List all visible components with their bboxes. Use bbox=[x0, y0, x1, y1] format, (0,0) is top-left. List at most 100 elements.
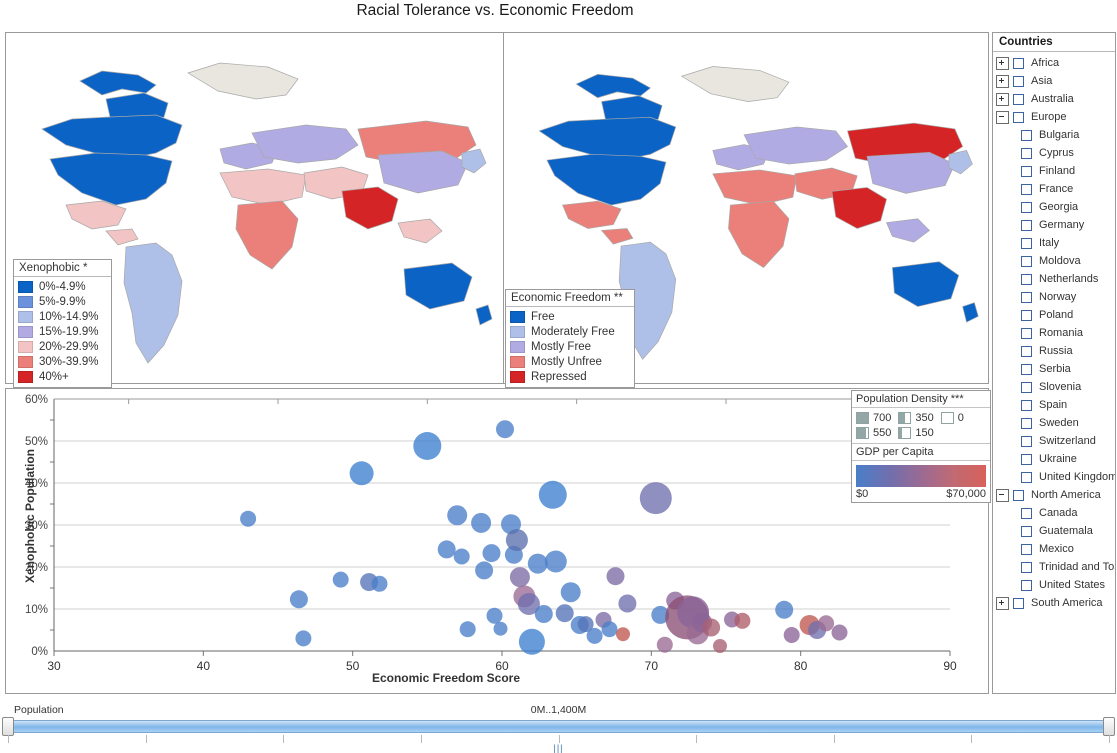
map-country-shape[interactable] bbox=[341, 186, 399, 230]
country-checkbox[interactable] bbox=[1021, 417, 1032, 429]
country-tree-item[interactable]: Netherlands bbox=[993, 270, 1115, 288]
scatter-point[interactable] bbox=[240, 510, 257, 527]
scatter-point[interactable] bbox=[437, 540, 456, 559]
scatter-point[interactable] bbox=[447, 505, 468, 526]
map-country-shape[interactable] bbox=[600, 228, 634, 245]
country-tree-item[interactable]: Switzerland bbox=[993, 432, 1115, 450]
map-country-shape[interactable] bbox=[403, 262, 473, 310]
scatter-point[interactable] bbox=[527, 553, 548, 574]
scatter-point[interactable] bbox=[606, 567, 625, 586]
scatter-point[interactable] bbox=[475, 561, 494, 580]
scatter-point[interactable] bbox=[616, 627, 630, 642]
scatter-point[interactable] bbox=[518, 628, 545, 655]
country-tree-item[interactable]: Cyprus bbox=[993, 144, 1115, 162]
legend-xenophobic-item[interactable]: 30%-39.9% bbox=[18, 354, 107, 369]
collapse-minus-icon[interactable] bbox=[996, 488, 1009, 502]
country-checkbox[interactable] bbox=[1021, 561, 1032, 573]
country-checkbox[interactable] bbox=[1013, 597, 1024, 609]
country-checkbox[interactable] bbox=[1021, 435, 1032, 447]
map-country-shape[interactable] bbox=[65, 200, 127, 230]
country-tree-item[interactable]: Africa bbox=[993, 54, 1115, 72]
scatter-point[interactable] bbox=[639, 482, 672, 515]
country-tree-item[interactable]: Australia bbox=[993, 90, 1115, 108]
country-tree-item[interactable]: Finland bbox=[993, 162, 1115, 180]
map-country-shape[interactable] bbox=[575, 73, 651, 99]
country-tree-item[interactable]: Europe bbox=[993, 108, 1115, 126]
countries-panel[interactable]: Countries Africa Asia Australia Europe Bulga… bbox=[992, 32, 1116, 694]
legend-xenophobic-item[interactable]: 20%-29.9% bbox=[18, 339, 107, 354]
legend-economic-freedom-item[interactable]: Mostly Unfree bbox=[510, 354, 630, 369]
map-country-shape[interactable] bbox=[831, 187, 887, 229]
country-checkbox[interactable] bbox=[1021, 273, 1032, 285]
country-tree-item[interactable]: Germany bbox=[993, 216, 1115, 234]
map-country-shape[interactable] bbox=[680, 66, 790, 102]
population-slider-thumb-right[interactable] bbox=[1103, 717, 1115, 736]
country-tree-item[interactable]: Norway bbox=[993, 288, 1115, 306]
scatter-plot-panel[interactable]: 0% 10% 20% 30% 40% 50% 60% 30 40 50 60 70 80 90 Xenop… bbox=[5, 388, 989, 694]
country-checkbox[interactable] bbox=[1021, 525, 1032, 537]
scatter-point[interactable] bbox=[544, 550, 567, 573]
country-checkbox[interactable] bbox=[1021, 345, 1032, 357]
expand-plus-icon[interactable] bbox=[996, 596, 1009, 610]
country-tree-item[interactable]: Mexico bbox=[993, 540, 1115, 558]
legend-economic-freedom-item[interactable]: Free bbox=[510, 309, 630, 324]
country-tree-item[interactable]: Spain bbox=[993, 396, 1115, 414]
scatter-point[interactable] bbox=[775, 600, 794, 619]
scatter-point[interactable] bbox=[555, 604, 574, 623]
legend-economic-freedom-item[interactable]: Moderately Free bbox=[510, 324, 630, 339]
country-tree-item[interactable]: United Kingdom bbox=[993, 468, 1115, 486]
legend-economic-freedom[interactable]: Economic Freedom ** Free Moderately Free M… bbox=[505, 289, 635, 388]
country-tree-item[interactable]: Poland bbox=[993, 306, 1115, 324]
country-checkbox[interactable] bbox=[1021, 579, 1032, 591]
expand-plus-icon[interactable] bbox=[996, 56, 1009, 70]
country-checkbox[interactable] bbox=[1021, 129, 1032, 141]
country-tree-item[interactable]: South America bbox=[993, 594, 1115, 612]
scatter-point[interactable] bbox=[486, 607, 503, 624]
map-country-shape[interactable] bbox=[892, 261, 960, 307]
scatter-point[interactable] bbox=[371, 575, 388, 592]
map-country-shape[interactable] bbox=[866, 152, 956, 194]
country-checkbox[interactable] bbox=[1021, 291, 1032, 303]
map-country-shape[interactable] bbox=[377, 150, 469, 194]
legend-xenophobic-item[interactable]: 15%-19.9% bbox=[18, 324, 107, 339]
country-checkbox[interactable] bbox=[1021, 165, 1032, 177]
map-country-shape[interactable] bbox=[538, 116, 677, 161]
map-country-shape[interactable] bbox=[461, 148, 487, 174]
country-checkbox[interactable] bbox=[1013, 93, 1024, 105]
country-checkbox[interactable] bbox=[1021, 309, 1032, 321]
scatter-point[interactable] bbox=[601, 621, 618, 638]
map-country-shape[interactable] bbox=[948, 150, 973, 175]
map-country-shape[interactable] bbox=[79, 70, 157, 96]
scatter-point[interactable] bbox=[831, 624, 848, 641]
population-slider-thumb-left[interactable] bbox=[2, 717, 14, 736]
country-checkbox[interactable] bbox=[1021, 201, 1032, 213]
scatter-point[interactable] bbox=[538, 480, 567, 509]
country-tree-item[interactable]: Asia bbox=[993, 72, 1115, 90]
collapse-minus-icon[interactable] bbox=[996, 110, 1009, 124]
map-country-shape[interactable] bbox=[743, 126, 848, 165]
scatter-point[interactable] bbox=[471, 512, 492, 533]
country-checkbox[interactable] bbox=[1013, 111, 1024, 123]
map-country-shape[interactable] bbox=[397, 218, 443, 244]
map-country-shape[interactable] bbox=[41, 114, 183, 160]
scatter-point[interactable] bbox=[482, 544, 501, 563]
map-country-shape[interactable] bbox=[546, 153, 667, 206]
legend-xenophobic-item[interactable]: 5%-9.9% bbox=[18, 294, 107, 309]
legend-xenophobic-item[interactable]: 40%+ bbox=[18, 369, 107, 384]
country-checkbox[interactable] bbox=[1021, 237, 1032, 249]
country-tree-item[interactable]: Guatemala bbox=[993, 522, 1115, 540]
legend-population-density[interactable]: Population Density *** 700 350 0 550 150 GD… bbox=[851, 390, 991, 503]
country-tree-item[interactable]: Slovenia bbox=[993, 378, 1115, 396]
scatter-point[interactable] bbox=[289, 590, 308, 609]
legend-economic-freedom-item[interactable]: Repressed bbox=[510, 369, 630, 384]
scatter-point[interactable] bbox=[459, 621, 476, 638]
scatter-point[interactable] bbox=[734, 612, 751, 629]
map-country-shape[interactable] bbox=[235, 200, 299, 270]
scatter-point[interactable] bbox=[783, 627, 800, 643]
expand-plus-icon[interactable] bbox=[996, 74, 1009, 88]
scatter-point[interactable] bbox=[713, 639, 727, 653]
map-country-shape[interactable] bbox=[49, 152, 173, 206]
country-tree-item[interactable]: France bbox=[993, 180, 1115, 198]
scatter-point[interactable] bbox=[702, 618, 721, 637]
country-checkbox[interactable] bbox=[1021, 327, 1032, 339]
